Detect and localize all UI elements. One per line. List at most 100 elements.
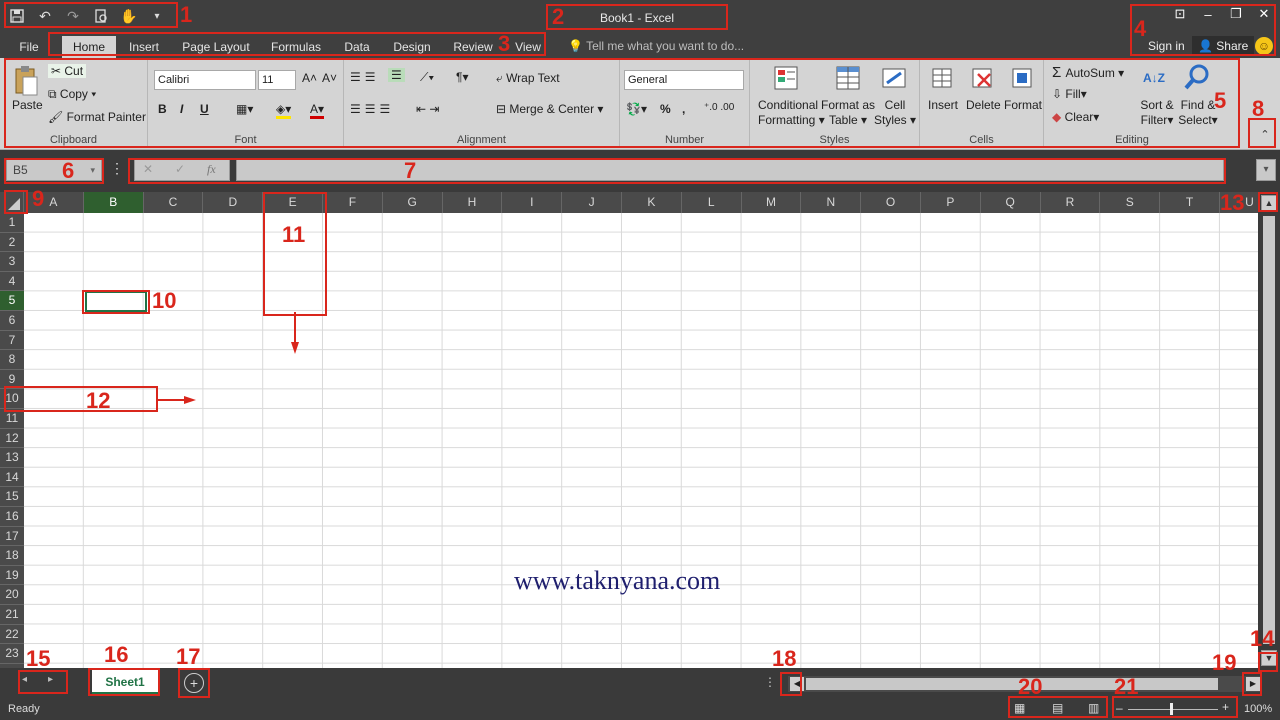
vertical-scroll-thumb[interactable]: [1263, 216, 1275, 644]
annotation-number-3: 3: [498, 31, 511, 56]
annotation-number-9: 9: [32, 186, 45, 211]
annotation-number-19: 19: [1212, 650, 1237, 675]
annotation-number-6: 6: [62, 158, 75, 183]
annotation-number-12: 12: [86, 388, 111, 413]
column-headers: ABCDEFGHIJKLMNOPQRSTU: [0, 192, 1258, 213]
tell-me-placeholder: Tell me what you want to do...: [586, 39, 745, 53]
column-header[interactable]: K: [622, 192, 682, 213]
tab-file[interactable]: File: [12, 36, 46, 58]
row-header[interactable]: 1: [0, 213, 24, 233]
annotation-box-21: [1112, 696, 1238, 718]
lightbulb-icon: 💡: [568, 39, 587, 53]
annotation-box-1: [4, 2, 178, 28]
annotation-box-6: [4, 158, 104, 184]
row-header[interactable]: 2: [0, 233, 24, 253]
annotation-number-18: 18: [772, 646, 797, 671]
column-header[interactable]: M: [742, 192, 802, 213]
row-header[interactable]: 17: [0, 527, 24, 547]
annotation-box-12: [4, 386, 158, 412]
annotation-number-11: 11: [282, 222, 306, 247]
annotation-number-16: 16: [104, 642, 129, 667]
column-header[interactable]: C: [144, 192, 204, 213]
row-header[interactable]: 16: [0, 507, 24, 527]
annotation-box-5: [4, 58, 1240, 148]
tell-me-search[interactable]: 💡 Tell me what you want to do...: [568, 37, 744, 55]
watermark-text: www.taknyana.com: [514, 566, 721, 595]
annotation-box-14: [1258, 652, 1278, 672]
annotation-box-4: [1130, 4, 1276, 56]
annotation-box-16: [88, 668, 160, 696]
annotation-number-8: 8: [1252, 96, 1265, 121]
column-header[interactable]: P: [921, 192, 981, 213]
column-header[interactable]: G: [383, 192, 443, 213]
annotation-box-3: [48, 32, 546, 56]
formula-bar-handle-icon[interactable]: ⋮: [110, 160, 124, 177]
annotation-box-9: [4, 190, 28, 214]
row-header[interactable]: 18: [0, 546, 24, 566]
row-header[interactable]: 5: [0, 291, 24, 311]
annotation-number-13: 13: [1220, 190, 1245, 215]
column-header[interactable]: F: [323, 192, 383, 213]
annotation-box-7: [128, 158, 1226, 184]
annotation-number-1: 1: [180, 2, 193, 27]
annotation-number-4: 4: [1134, 16, 1147, 41]
tab-split-handle-icon[interactable]: ⋮: [764, 675, 776, 689]
vertical-scrollbar[interactable]: ▲ ▼: [1258, 192, 1280, 668]
row-arrow-icon: [156, 396, 196, 404]
row-header[interactable]: 12: [0, 429, 24, 449]
worksheet-grid: ABCDEFGHIJKLMNOPQRSTU 1 2 3 4 5 6 7 8 9 10 11 12 13 1…: [0, 192, 1258, 668]
annotation-number-14: 14: [1250, 626, 1275, 651]
annotation-number-2: 2: [552, 4, 565, 29]
row-header[interactable]: 22: [0, 625, 24, 645]
row-header[interactable]: 15: [0, 487, 24, 507]
row-header[interactable]: 6: [0, 311, 24, 331]
annotation-number-5: 5: [1214, 88, 1227, 113]
row-headers: 1 2 3 4 5 6 7 8 9 10 11 12 13 14 15 16 17 18 19 20 21 22 23: [0, 213, 24, 668]
excel-window: ↶ ↷ ✋ ▾ Book1 - Excel ⊡ – ❐ ✕ File Home …: [0, 0, 1280, 720]
annotation-box-15: [18, 670, 68, 694]
annotation-box-13: [1258, 192, 1278, 212]
annotation-box-19: [1242, 672, 1262, 696]
row-header[interactable]: 8: [0, 350, 24, 370]
annotation-number-15: 15: [26, 646, 51, 671]
row-header[interactable]: 4: [0, 272, 24, 292]
annotation-box-20: [1008, 696, 1108, 718]
row-header[interactable]: 23: [0, 644, 24, 664]
row-header[interactable]: 19: [0, 566, 24, 586]
expand-formula-bar-icon[interactable]: ▾: [1256, 159, 1276, 181]
cell-area[interactable]: [24, 213, 1258, 668]
annotation-number-7: 7: [404, 158, 417, 183]
column-header[interactable]: H: [443, 192, 503, 213]
status-ready: Ready: [8, 703, 40, 715]
annotation-number-10: 10: [152, 288, 177, 313]
column-header[interactable]: R: [1041, 192, 1101, 213]
annotation-box-8: [1248, 118, 1276, 148]
column-header[interactable]: Q: [981, 192, 1041, 213]
column-header[interactable]: T: [1160, 192, 1220, 213]
column-header[interactable]: B: [83, 192, 144, 213]
horizontal-scroll-thumb[interactable]: [806, 678, 1218, 690]
row-header[interactable]: 20: [0, 585, 24, 605]
annotation-box-11: [263, 192, 327, 316]
column-header[interactable]: I: [502, 192, 563, 213]
column-header[interactable]: O: [861, 192, 921, 213]
annotation-box-10: [82, 290, 150, 314]
row-header[interactable]: 3: [0, 252, 24, 272]
annotation-box-18: [780, 672, 802, 696]
annotation-box-2: [546, 4, 728, 30]
annotation-box-17: [178, 668, 210, 698]
column-header[interactable]: S: [1100, 192, 1161, 213]
annotation-number-21: 21: [1114, 674, 1139, 699]
column-header[interactable]: L: [682, 192, 742, 213]
annotation-number-20: 20: [1018, 674, 1043, 699]
column-header[interactable]: N: [801, 192, 862, 213]
row-header[interactable]: 14: [0, 468, 24, 488]
row-header[interactable]: 7: [0, 331, 24, 351]
row-header[interactable]: 21: [0, 605, 24, 625]
zoom-level[interactable]: 100%: [1244, 701, 1272, 717]
annotation-number-17: 17: [176, 644, 201, 669]
column-header[interactable]: J: [562, 192, 622, 213]
row-header[interactable]: 13: [0, 448, 24, 468]
column-header[interactable]: D: [203, 192, 264, 213]
column-arrow-icon: [291, 312, 299, 354]
